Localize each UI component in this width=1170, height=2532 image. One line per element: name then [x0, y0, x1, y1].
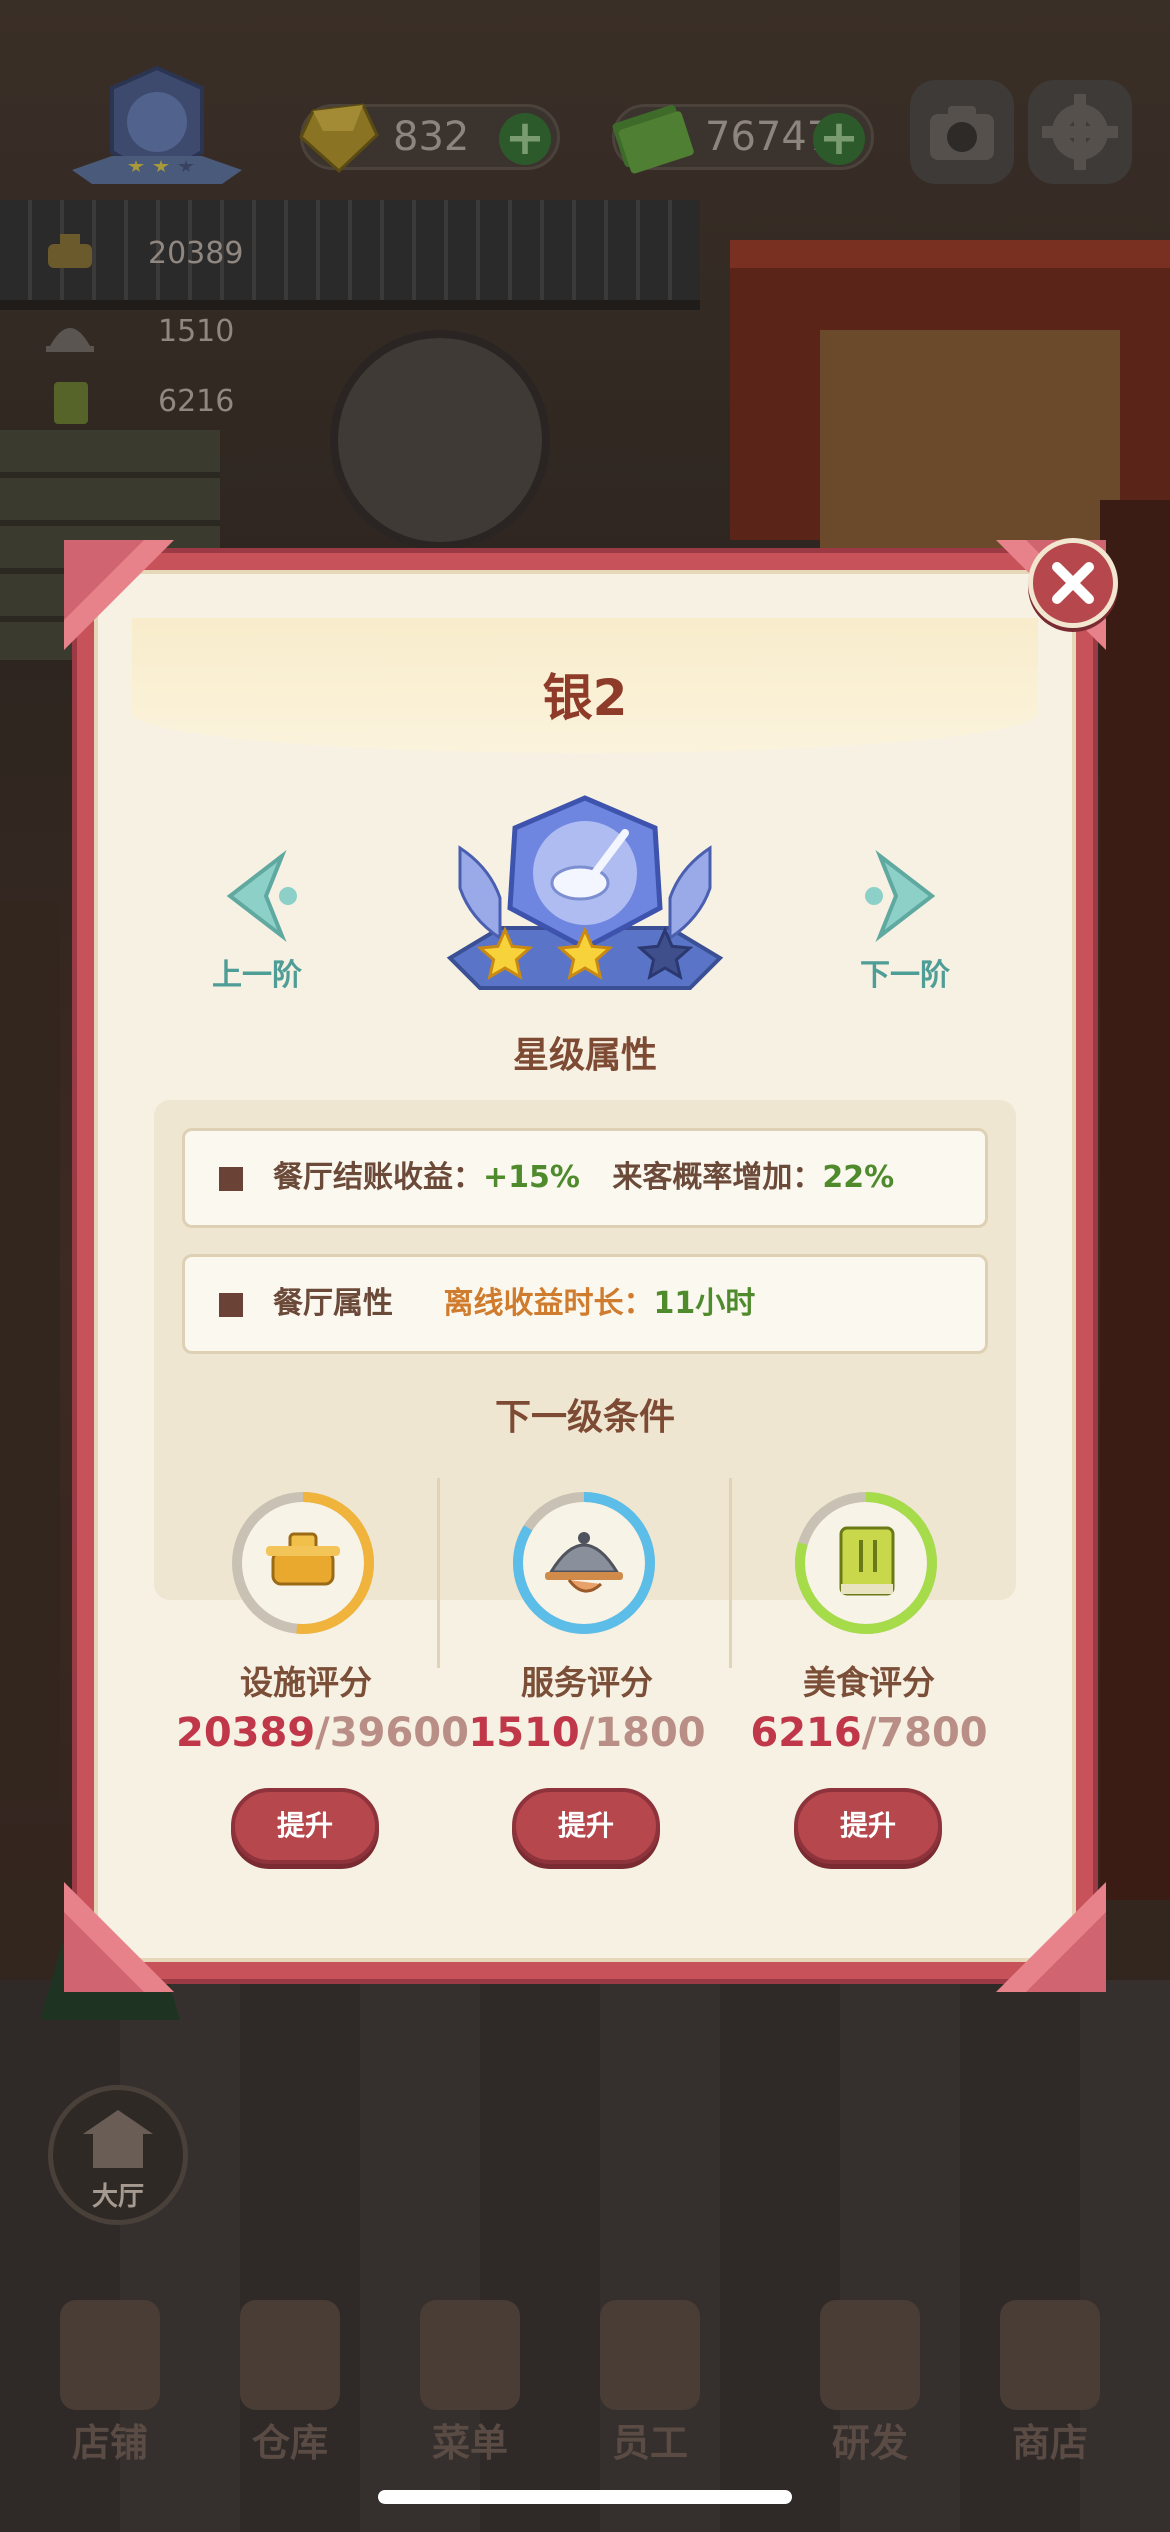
- recipe-book-icon: [839, 1526, 895, 1596]
- nav-label: 研发: [831, 2421, 908, 2465]
- chef-icon: [600, 2300, 700, 2410]
- round-window: [330, 330, 550, 550]
- food-stat-value: 6216: [158, 384, 235, 419]
- clipboard-icon: [420, 2300, 520, 2410]
- close-dialog-button[interactable]: [1028, 538, 1118, 628]
- pillar-right: [1100, 500, 1170, 1900]
- next-rank-button[interactable]: 下一阶: [830, 848, 980, 994]
- next-level-conditions-title: 下一级条件: [494, 1397, 675, 1438]
- food-upgrade-button[interactable]: 提升: [794, 1788, 942, 1864]
- nav-label: 菜单: [431, 2421, 508, 2465]
- service-score-target: /1800: [579, 1710, 706, 1756]
- service-score-current: 1510: [468, 1710, 580, 1756]
- home-indicator[interactable]: [378, 2490, 792, 2504]
- rank-title: 银2: [542, 669, 628, 727]
- star-rank-dialog: 银2 上一阶 下一阶 星级属性 餐厅结账收益：+15% 来客概率增加：22% 餐…: [64, 540, 1106, 1992]
- service-stat-value: 1510: [158, 314, 235, 349]
- silver-rank-emblem-icon: [446, 795, 724, 990]
- column-divider: [437, 1478, 440, 1668]
- gear-icon: [1042, 94, 1118, 170]
- next-rank-label: 下一阶: [860, 958, 950, 993]
- gems-value: 832: [393, 114, 470, 160]
- cloche-icon: [46, 328, 94, 352]
- food-score-target: /7800: [861, 1710, 988, 1756]
- hotpot-icon: [48, 234, 92, 268]
- nav-menu[interactable]: 菜单: [380, 2290, 560, 2470]
- facility-stat-value: 20389: [148, 236, 244, 271]
- visit-rate-value: 22%: [822, 1160, 895, 1195]
- nav-label: 员工: [611, 2421, 688, 2465]
- close-icon: [1052, 562, 1094, 604]
- cash-counter: 76747 +: [612, 104, 874, 174]
- chevron-left-icon: [226, 849, 297, 943]
- restaurant-attribute-row: 餐厅属性 离线收益时长：11小时: [182, 1254, 988, 1354]
- facility-score-current: 20389: [176, 1710, 316, 1756]
- food-requirement: 美食评分 6216/7800 提升: [739, 1488, 999, 1888]
- restaurant-attribute-label: 餐厅属性: [273, 1286, 393, 1321]
- checkout-attribute-row: 餐厅结账收益：+15% 来客概率增加：22%: [182, 1128, 988, 1228]
- camera-button[interactable]: [910, 80, 1014, 184]
- visit-rate-label: 来客概率增加：: [612, 1160, 823, 1195]
- corner-ornament-bottom-left: [64, 1882, 174, 1992]
- house-icon: [83, 2110, 153, 2168]
- pillar-left: [0, 900, 60, 1800]
- facility-progress-ring: [232, 1492, 374, 1634]
- service-progress-ring: [513, 1492, 655, 1634]
- bullet-square-icon: [219, 1293, 243, 1317]
- service-stat: 1510: [40, 302, 260, 362]
- service-upgrade-button[interactable]: 提升: [512, 1788, 660, 1864]
- service-requirement: 服务评分 1510/1800 提升: [457, 1488, 717, 1888]
- nav-research[interactable]: 研发: [780, 2290, 960, 2470]
- chevron-right-icon: [865, 849, 936, 943]
- wok-icon: [820, 2300, 920, 2410]
- nav-staff[interactable]: 员工: [560, 2290, 740, 2470]
- market-stall-icon: [1000, 2300, 1100, 2410]
- facility-stat: 20389: [40, 224, 260, 284]
- nav-shop-front[interactable]: 店铺: [20, 2290, 200, 2470]
- top-hud: 832 + 76747 + 20389: [0, 0, 1170, 271]
- food-score-label: 美食评分: [803, 1663, 935, 1702]
- nav-label: 店铺: [71, 2421, 148, 2465]
- hall-button[interactable]: 大厅: [48, 2085, 188, 2225]
- gem-icon: [299, 103, 379, 174]
- service-score: 1510/1800: [457, 1710, 717, 1756]
- food-score-current: 6216: [750, 1710, 862, 1756]
- settings-button[interactable]: [1028, 80, 1132, 184]
- add-cash-button[interactable]: +: [813, 113, 865, 165]
- nav-store[interactable]: 商店: [960, 2290, 1140, 2470]
- food-stat: 6216: [40, 372, 260, 432]
- storefront-icon: [60, 2300, 160, 2410]
- cash-icon: [612, 104, 694, 174]
- nav-label: 仓库: [251, 2421, 328, 2465]
- prev-rank-button[interactable]: 上一阶: [182, 848, 332, 994]
- corner-ornament-bottom-right: [996, 1882, 1106, 1992]
- nav-warehouse[interactable]: 仓库: [200, 2290, 380, 2470]
- food-progress-ring: [795, 1492, 937, 1634]
- nav-label: 商店: [1011, 2421, 1088, 2465]
- add-gems-button[interactable]: +: [499, 113, 551, 165]
- boxes-icon: [240, 2300, 340, 2410]
- rank-badge-icon[interactable]: [52, 60, 262, 210]
- facility-requirement: 设施评分 20389/39600 提升: [176, 1488, 469, 1888]
- checkout-income-value: +15%: [483, 1160, 580, 1195]
- recipe-book-icon: [54, 382, 88, 424]
- food-score: 6216/7800: [739, 1710, 999, 1756]
- checkout-income-label: 餐厅结账收益：: [273, 1160, 483, 1195]
- hall-label: 大厅: [91, 2182, 144, 2212]
- offline-duration-value: 11小时: [653, 1286, 756, 1321]
- facility-score-target: /39600: [315, 1710, 469, 1756]
- column-divider: [729, 1478, 732, 1668]
- offline-duration-label: 离线收益时长：: [443, 1286, 654, 1321]
- service-score-label: 服务评分: [521, 1663, 653, 1702]
- prev-rank-label: 上一阶: [212, 958, 302, 993]
- bottom-nav: 店铺 仓库 菜单 员工 研发 商店: [0, 2290, 1170, 2470]
- facility-score-label: 设施评分: [240, 1663, 372, 1702]
- bullet-square-icon: [219, 1167, 243, 1191]
- facility-upgrade-button[interactable]: 提升: [231, 1788, 379, 1864]
- facility-score: 20389/39600: [176, 1710, 469, 1756]
- star-attributes-title: 星级属性: [512, 1035, 657, 1076]
- gems-counter: 832 +: [299, 103, 560, 174]
- camera-icon: [930, 106, 994, 160]
